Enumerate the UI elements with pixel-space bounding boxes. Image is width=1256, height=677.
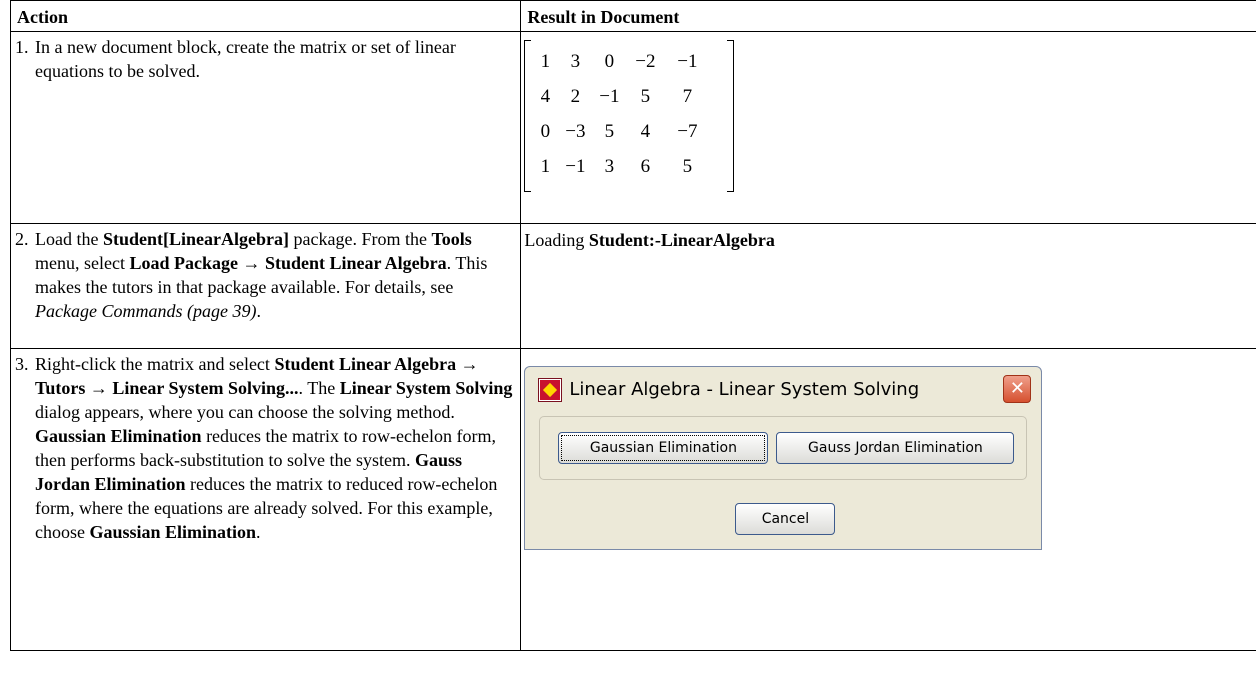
- matrix-cell: −1: [677, 51, 698, 72]
- action-cell-step1: 1. In a new document block, create the m…: [9, 31, 522, 224]
- header-action: Action: [9, 0, 522, 32]
- result-cell-step3: Linear Algebra - Linear System Solving ✕…: [520, 348, 1256, 651]
- matrix-cell: 5: [604, 121, 615, 142]
- step-number: 2.: [15, 229, 29, 249]
- step3-text: Right-click the matrix and select Studen…: [35, 354, 513, 542]
- matrix-cell: 7: [682, 86, 693, 107]
- matrix-cell: −1: [599, 86, 620, 107]
- header-result: Result in Document: [520, 0, 1256, 32]
- matrix-cell: −3: [565, 121, 586, 142]
- matrix-cell: 5: [682, 156, 693, 177]
- matrix-cell: −7: [677, 121, 698, 142]
- dialog-title-bar[interactable]: Linear Algebra - Linear System Solving ✕: [525, 367, 1041, 409]
- loading-text: Loading Student:-LinearAlgebra: [524, 230, 775, 250]
- package-commands-link[interactable]: Package Commands (page 39): [35, 301, 256, 321]
- matrix-cell: 1: [540, 156, 551, 177]
- result-cell-step1: 1 3 0 −2 −1 4 2 −1 5 7 0 −3 5 4 −7 1 −1 3 6 5: [520, 31, 1256, 224]
- method-button-group: Gaussian Elimination Gauss Jordan Elimin…: [539, 416, 1028, 480]
- matrix: 1 3 0 −2 −1 4 2 −1 5 7 0 −3 5 4 −7 1 −1 3 6 5: [524, 40, 735, 192]
- matrix-cell: 4: [640, 121, 651, 142]
- step2-text: Load the Student[LinearAlgebra] package.…: [35, 229, 488, 321]
- matrix-cell: 2: [570, 86, 581, 107]
- matrix-cell: −1: [565, 156, 586, 177]
- linear-system-solving-dialog: Linear Algebra - Linear System Solving ✕…: [524, 366, 1043, 550]
- result-cell-step2: Loading Student:-LinearAlgebra: [520, 223, 1256, 349]
- matrix-right-bracket: [727, 40, 735, 192]
- close-icon[interactable]: ✕: [1003, 375, 1032, 403]
- step-number: 1.: [15, 37, 29, 57]
- matrix-cell: 4: [540, 86, 551, 107]
- matrix-cell: 3: [604, 156, 615, 177]
- step-number: 3.: [15, 354, 29, 374]
- header-row: Action Result in Document: [9, 0, 1256, 32]
- table-row: 2. Load the Student[LinearAlgebra] packa…: [9, 223, 1256, 349]
- matrix-cell: 6: [640, 156, 651, 177]
- instructions-table: Action Result in Document 1. In a new do…: [9, 0, 1256, 651]
- gaussian-elimination-button[interactable]: Gaussian Elimination: [558, 432, 769, 464]
- step1-text: In a new document block, create the matr…: [35, 37, 456, 81]
- matrix-cell: 3: [570, 51, 581, 72]
- action-cell-step3: 3. Right-click the matrix and select Stu…: [9, 348, 522, 651]
- matrix-cell: 0: [604, 51, 615, 72]
- dialog-title: Linear Algebra - Linear System Solving: [569, 379, 920, 400]
- matrix-cell: −2: [635, 51, 656, 72]
- matrix-cell: 0: [540, 121, 551, 142]
- gauss-jordan-elimination-button[interactable]: Gauss Jordan Elimination: [776, 432, 1015, 464]
- maple-leaf-icon: [539, 379, 562, 401]
- action-cell-step2: 2. Load the Student[LinearAlgebra] packa…: [9, 223, 522, 349]
- matrix-cell: 1: [540, 51, 551, 72]
- table-row: 1. In a new document block, create the m…: [9, 31, 1256, 224]
- table-row: 3. Right-click the matrix and select Stu…: [9, 348, 1256, 651]
- matrix-cell: 5: [640, 86, 651, 107]
- cancel-button[interactable]: Cancel: [735, 503, 836, 535]
